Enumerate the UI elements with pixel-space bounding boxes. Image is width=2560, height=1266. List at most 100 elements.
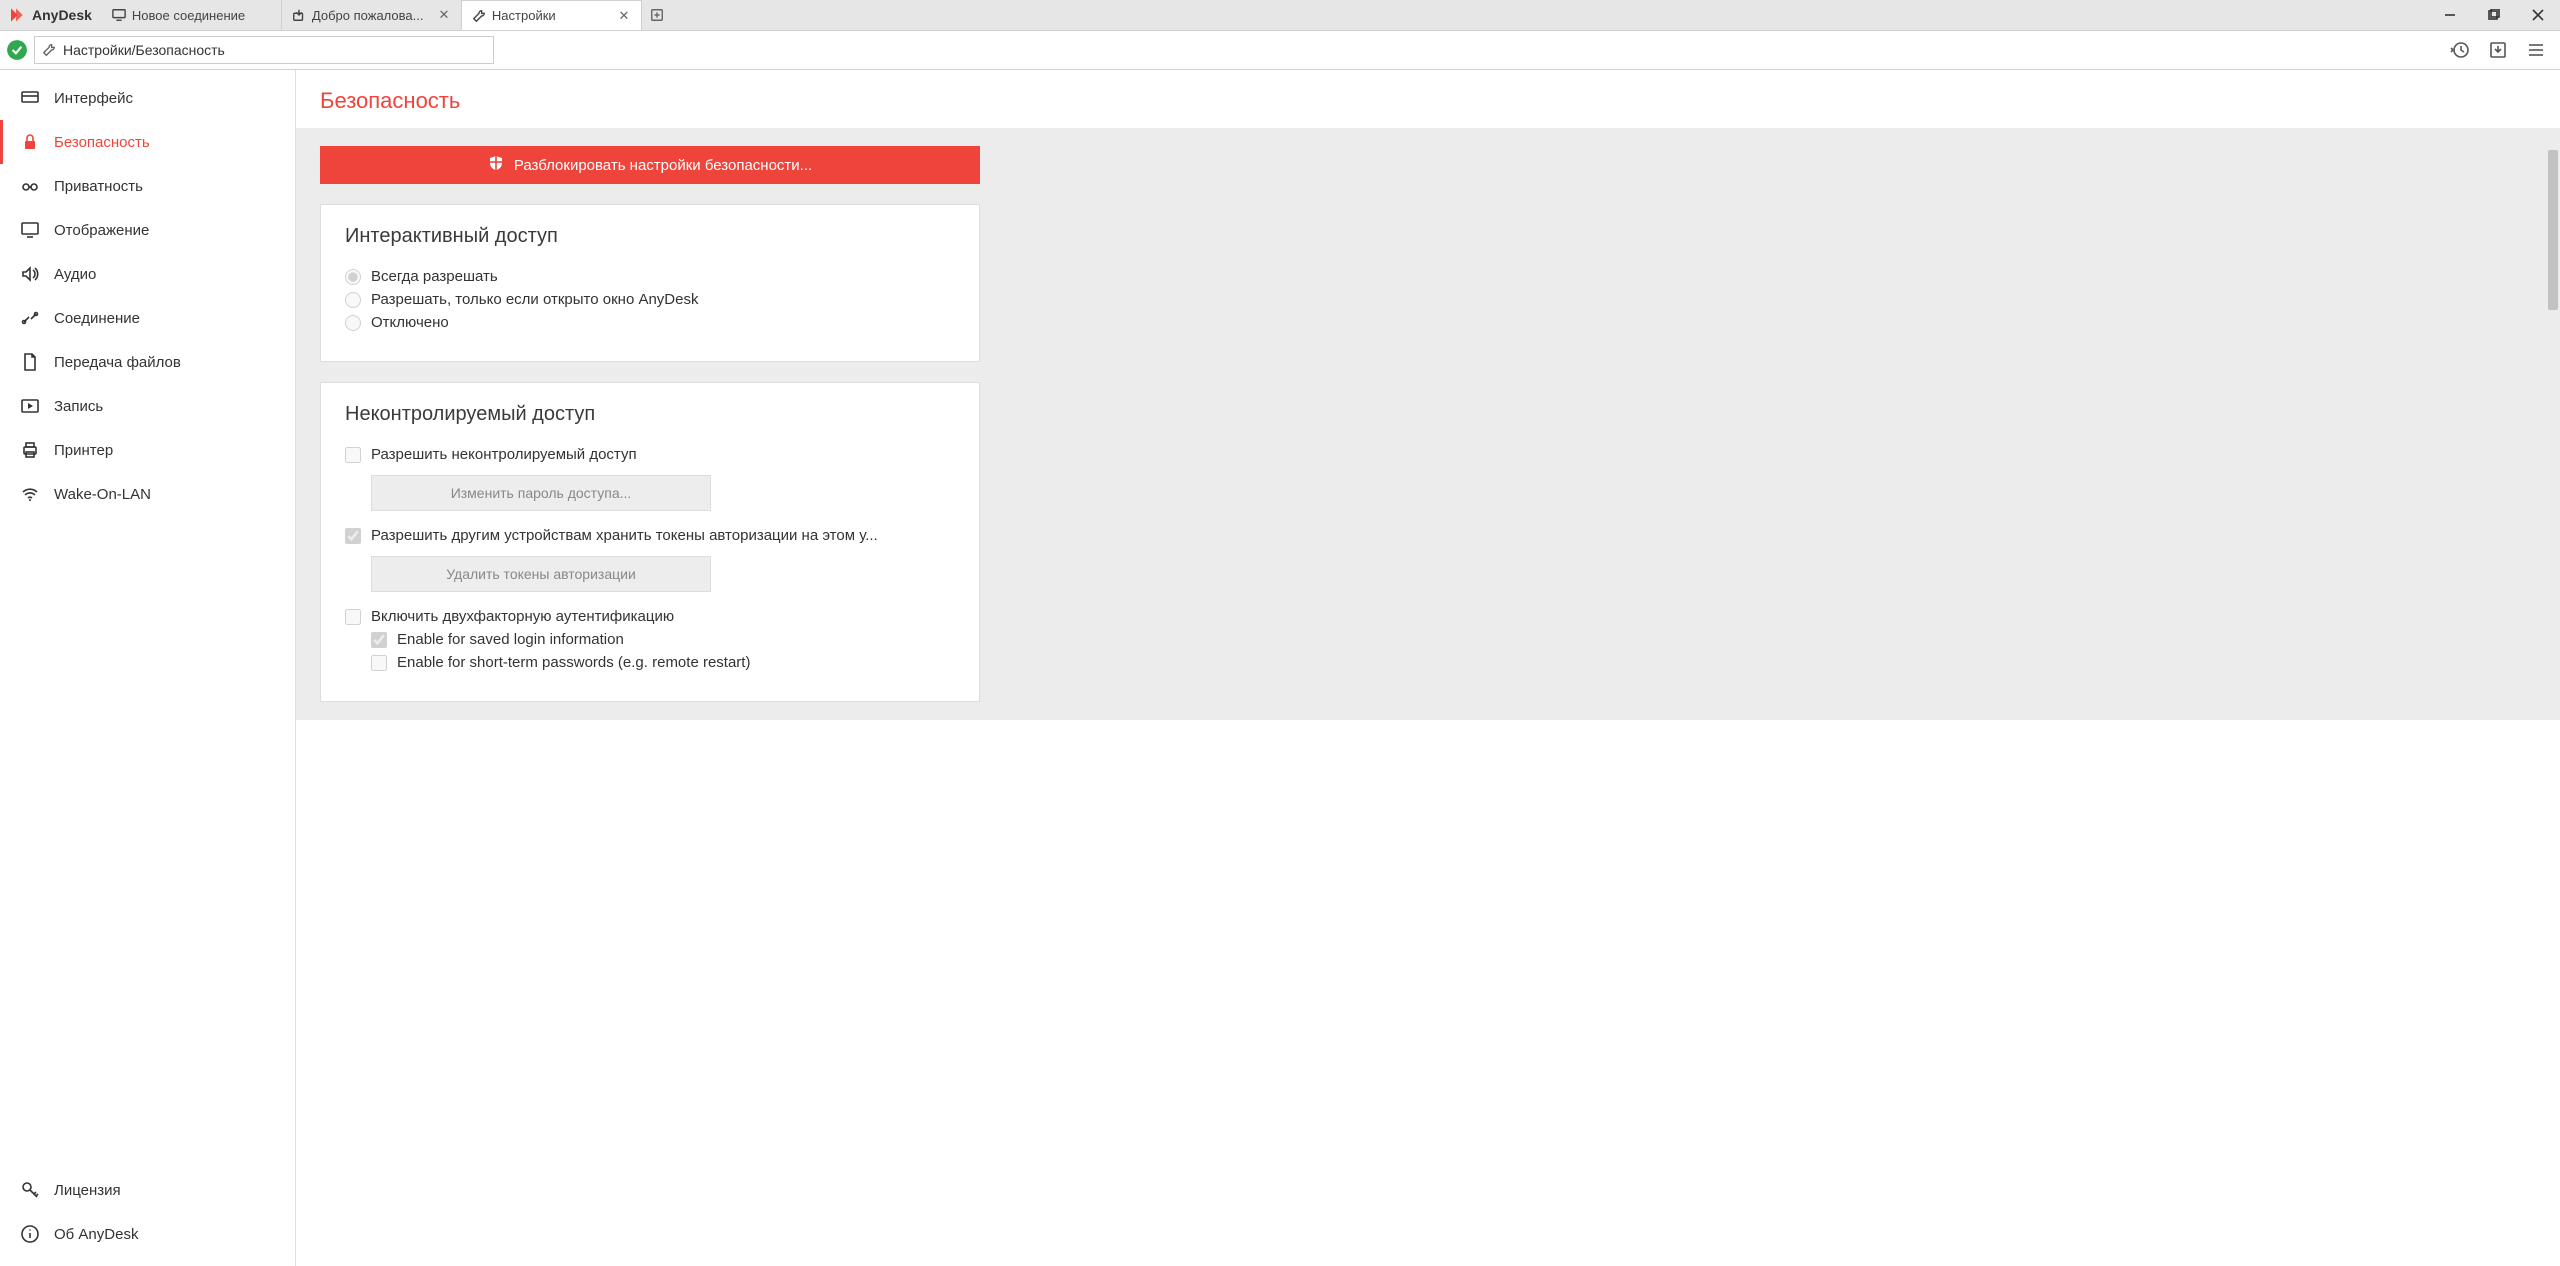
check-2fa-saved[interactable]: Enable for saved login information — [371, 631, 955, 648]
unlock-security-button[interactable]: Разблокировать настройки безопасности... — [320, 146, 980, 184]
option-label: Разрешить неконтролируемый доступ — [371, 446, 637, 463]
app-name: AnyDesk — [32, 7, 92, 23]
checkbox-input[interactable] — [371, 655, 387, 671]
connection-icon — [20, 308, 40, 328]
info-icon — [20, 1224, 40, 1244]
radio-input[interactable] — [345, 292, 361, 308]
sidebar-item-interface[interactable]: Интерфейс — [0, 76, 295, 120]
glasses-icon — [20, 176, 40, 196]
check-2fa-short-term[interactable]: Enable for short-term passwords (e.g. re… — [371, 654, 955, 671]
section-title: Интерактивный доступ — [345, 225, 955, 248]
sidebar-item-security[interactable]: Безопасность — [0, 120, 295, 164]
monitor-icon — [112, 8, 126, 22]
display-icon — [20, 220, 40, 240]
sidebar-item-label: Отображение — [54, 222, 149, 239]
sidebar-item-label: Передача файлов — [54, 354, 181, 371]
scrollbar-thumb[interactable] — [2548, 150, 2558, 310]
sidebar-item-label: Приватность — [54, 178, 143, 195]
sidebar-item-printer[interactable]: Принтер — [0, 428, 295, 472]
card-interactive-access: Интерактивный доступ Всегда разрешать Ра… — [320, 204, 980, 362]
tab-label: Новое соединение — [132, 8, 271, 23]
address-input[interactable] — [63, 42, 493, 58]
sidebar-item-label: Об AnyDesk — [54, 1226, 138, 1243]
key-icon — [20, 1180, 40, 1200]
interface-icon — [20, 88, 40, 108]
close-window-button[interactable] — [2516, 0, 2560, 30]
option-label: Разрешить другим устройствам хранить ток… — [371, 527, 878, 544]
app-logo: AnyDesk — [0, 0, 102, 30]
card-unattended-access: Неконтролируемый доступ Разрешить неконт… — [320, 382, 980, 702]
checkbox-input[interactable] — [345, 528, 361, 544]
address-bar[interactable] — [34, 36, 494, 64]
check-enable-2fa[interactable]: Включить двухфакторную аутентификацию — [345, 608, 955, 625]
option-label: Разрешать, только если открыто окно AnyD… — [371, 291, 698, 308]
history-icon[interactable] — [2450, 40, 2470, 60]
radio-input[interactable] — [345, 315, 361, 331]
checkbox-input[interactable] — [371, 632, 387, 648]
hamburger-menu-icon[interactable] — [2526, 40, 2546, 60]
lock-icon — [20, 132, 40, 152]
sidebar-item-about[interactable]: Об AnyDesk — [0, 1212, 295, 1256]
download-icon[interactable] — [2488, 40, 2508, 60]
option-label: Enable for short-term passwords (e.g. re… — [397, 654, 750, 671]
new-tab-button[interactable] — [642, 0, 672, 30]
tab-strip: Новое соединение Добро пожалова... ✕ Нас… — [102, 0, 672, 30]
minimize-button[interactable] — [2428, 0, 2472, 30]
connection-status-icon — [6, 39, 28, 61]
option-label: Enable for saved login information — [397, 631, 624, 648]
maximize-button[interactable] — [2472, 0, 2516, 30]
wrench-icon — [472, 9, 486, 23]
toolbar — [0, 30, 2560, 70]
sidebar-item-label: Wake-On-LAN — [54, 486, 151, 503]
sidebar-item-label: Принтер — [54, 442, 113, 459]
tab-welcome[interactable]: Добро пожалова... ✕ — [282, 0, 462, 30]
checkbox-input[interactable] — [345, 447, 361, 463]
settings-content: Безопасность Разблокировать настройки бе… — [296, 70, 2560, 1266]
wrench-icon — [35, 43, 63, 57]
check-allow-unattended[interactable]: Разрешить неконтролируемый доступ — [345, 446, 955, 463]
sidebar-item-privacy[interactable]: Приватность — [0, 164, 295, 208]
radio-input[interactable] — [345, 269, 361, 285]
sidebar-item-license[interactable]: Лицензия — [0, 1168, 295, 1212]
sidebar-item-recording[interactable]: Запись — [0, 384, 295, 428]
tab-label: Добро пожалова... — [312, 8, 431, 23]
option-label: Отключено — [371, 314, 449, 331]
tab-settings[interactable]: Настройки ✕ — [462, 0, 642, 30]
tab-new-connection[interactable]: Новое соединение — [102, 0, 282, 30]
sidebar-item-wol[interactable]: Wake-On-LAN — [0, 472, 295, 516]
change-password-button[interactable]: Изменить пароль доступа... — [371, 475, 711, 511]
anydesk-logo-icon — [6, 5, 26, 25]
check-allow-tokens[interactable]: Разрешить другим устройствам хранить ток… — [345, 527, 955, 544]
radio-disabled[interactable]: Отключено — [345, 314, 955, 331]
record-icon — [20, 396, 40, 416]
sidebar-item-label: Соединение — [54, 310, 140, 327]
close-icon[interactable]: ✕ — [617, 9, 631, 23]
checkbox-input[interactable] — [345, 609, 361, 625]
radio-always-allow[interactable]: Всегда разрешать — [345, 268, 955, 285]
sidebar-item-label: Запись — [54, 398, 103, 415]
unlock-button-label: Разблокировать настройки безопасности... — [514, 157, 812, 174]
wifi-icon — [20, 484, 40, 504]
shield-icon — [488, 155, 504, 175]
sidebar-item-audio[interactable]: Аудио — [0, 252, 295, 296]
settings-sidebar: Интерфейс Безопасность Приватность Отобр… — [0, 70, 296, 1266]
tab-label: Настройки — [492, 8, 611, 23]
titlebar: AnyDesk Новое соединение Добро пожалова.… — [0, 0, 2560, 30]
scrollbar[interactable] — [2546, 70, 2560, 1266]
sidebar-item-connection[interactable]: Соединение — [0, 296, 295, 340]
option-label: Включить двухфакторную аутентификацию — [371, 608, 674, 625]
page-title: Безопасность — [296, 70, 2560, 128]
option-label: Всегда разрешать — [371, 268, 498, 285]
sidebar-item-file-transfer[interactable]: Передача файлов — [0, 340, 295, 384]
radio-allow-if-window[interactable]: Разрешать, только если открыто окно AnyD… — [345, 291, 955, 308]
file-icon — [20, 352, 40, 372]
window-controls — [2428, 0, 2560, 30]
audio-icon — [20, 264, 40, 284]
sidebar-item-label: Интерфейс — [54, 90, 133, 107]
arrow-into-box-icon — [292, 8, 306, 22]
close-icon[interactable]: ✕ — [437, 8, 451, 22]
section-title: Неконтролируемый доступ — [345, 403, 955, 426]
sidebar-item-display[interactable]: Отображение — [0, 208, 295, 252]
delete-tokens-button[interactable]: Удалить токены авторизации — [371, 556, 711, 592]
sidebar-item-label: Аудио — [54, 266, 96, 283]
